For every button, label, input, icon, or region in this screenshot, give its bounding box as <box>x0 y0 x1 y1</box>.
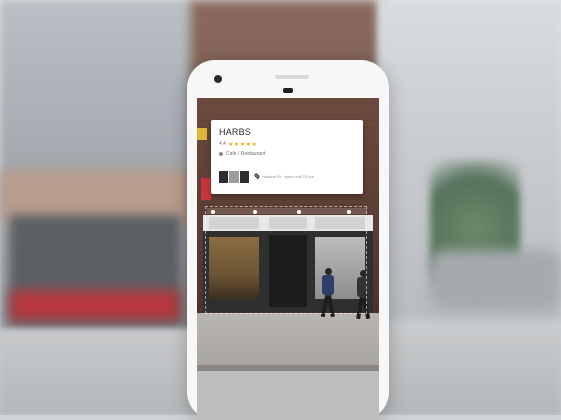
place-photo[interactable] <box>239 171 249 183</box>
place-photo[interactable] <box>229 171 239 183</box>
yellow-sign <box>197 128 207 140</box>
place-address: Hudson St · open until 10 pm <box>262 173 314 179</box>
rating-value: 4.4 <box>219 141 226 147</box>
place-category: Cafe / Restaurant <box>226 151 266 157</box>
proximity-sensor <box>283 88 293 93</box>
phone-device: HARBS 4.4 ★★★★★ Cafe / Restaurant Hudson… <box>187 60 389 420</box>
recognition-frame <box>205 206 367 314</box>
camera-viewfinder[interactable]: HARBS 4.4 ★★★★★ Cafe / Restaurant Hudson… <box>197 98 379 420</box>
camera-icon <box>214 75 222 83</box>
place-name: HARBS <box>219 127 252 137</box>
earpiece <box>275 75 309 79</box>
parked-car <box>430 250 561 310</box>
place-photo[interactable] <box>219 171 229 183</box>
road <box>197 371 379 420</box>
star-rating: ★★★★★ <box>227 141 258 148</box>
pin-icon <box>253 172 261 180</box>
left-red-banner <box>10 290 180 320</box>
red-sign <box>201 178 211 200</box>
photo-strip[interactable] <box>219 171 249 183</box>
sidewalk <box>197 313 379 365</box>
address-row[interactable]: Hudson St · open until 10 pm <box>253 172 314 180</box>
place-info-card[interactable]: HARBS 4.4 ★★★★★ Cafe / Restaurant Hudson… <box>211 120 363 194</box>
category-icon <box>219 152 223 156</box>
rating-row: 4.4 ★★★★★ <box>219 140 257 148</box>
category-row: Cafe / Restaurant <box>219 151 265 157</box>
